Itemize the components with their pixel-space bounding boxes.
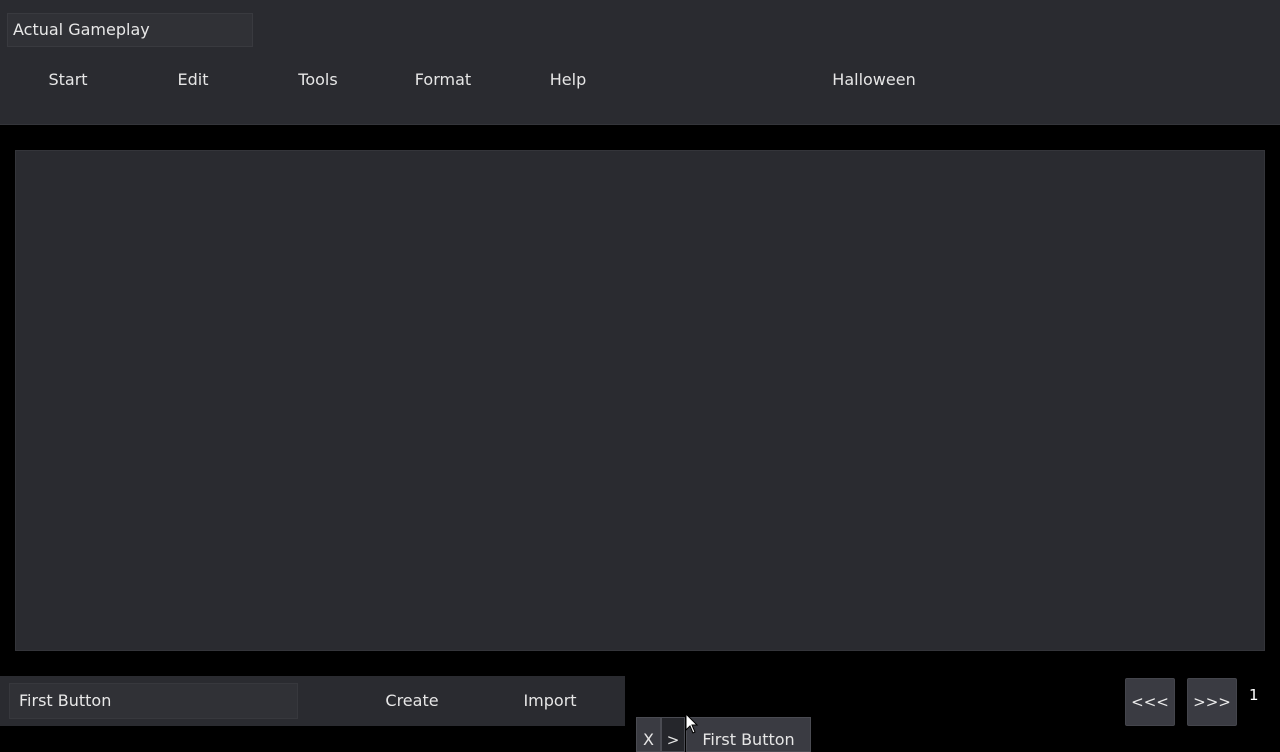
theme-selector[interactable]: Halloween bbox=[818, 66, 930, 94]
mouse-pointer-icon bbox=[685, 713, 699, 734]
import-button[interactable]: Import bbox=[508, 683, 592, 719]
menu-item-edit[interactable]: Edit bbox=[160, 66, 226, 94]
bottom-panel: First Button Create Import bbox=[0, 676, 625, 726]
app-root: Actual Gameplay Start Edit Tools Format … bbox=[0, 0, 1280, 752]
title-field[interactable]: Actual Gameplay bbox=[7, 13, 253, 47]
tab-first-button[interactable]: First Button bbox=[686, 717, 811, 752]
create-button[interactable]: Create bbox=[372, 683, 452, 719]
menu-item-format[interactable]: Format bbox=[405, 66, 481, 94]
menu-item-tools[interactable]: Tools bbox=[282, 66, 354, 94]
button-name-input[interactable]: First Button bbox=[9, 683, 298, 719]
menu-item-start[interactable]: Start bbox=[30, 66, 106, 94]
previous-page-button[interactable]: <<< bbox=[1125, 678, 1175, 726]
tab-expand-button[interactable]: > bbox=[661, 717, 685, 752]
tab-close-button[interactable]: X bbox=[636, 717, 661, 752]
menu-item-help[interactable]: Help bbox=[535, 66, 601, 94]
next-page-button[interactable]: >>> bbox=[1187, 678, 1237, 726]
top-panel: Actual Gameplay Start Edit Tools Format … bbox=[0, 0, 1280, 125]
main-canvas[interactable] bbox=[15, 150, 1265, 651]
page-number: 1 bbox=[1249, 686, 1259, 704]
